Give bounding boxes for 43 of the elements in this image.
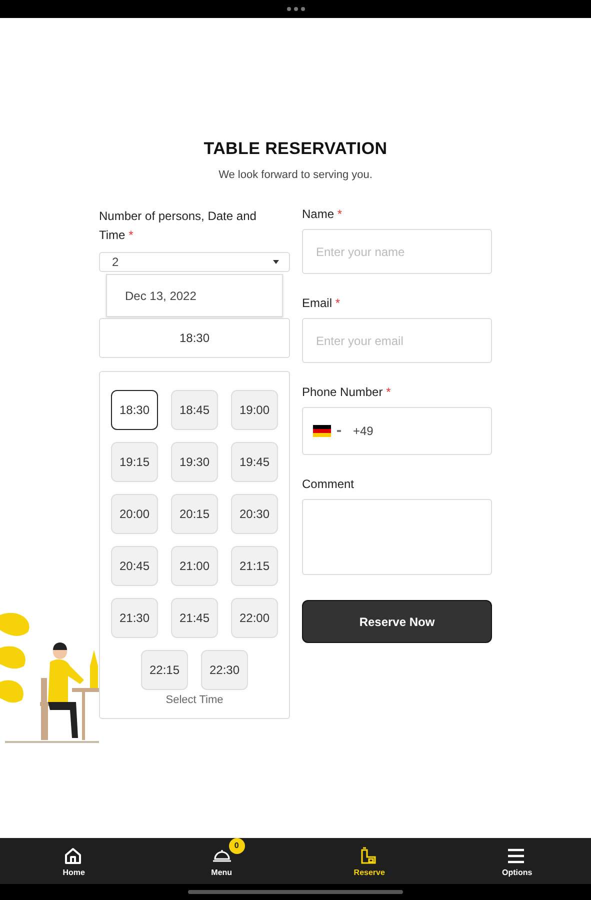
drag-handle[interactable] — [286, 7, 304, 11]
nav-tab[interactable]: 0 Menu — [148, 838, 296, 884]
building-icon — [358, 846, 378, 866]
phone-input[interactable]: +49 — [302, 407, 492, 455]
time-slot[interactable]: 21:00 — [171, 546, 218, 586]
time-slot[interactable]: 19:45 — [231, 442, 278, 482]
time-slot[interactable]: 20:45 — [111, 546, 158, 586]
field-label: Phone Number * — [302, 385, 392, 399]
field-label: Comment — [302, 477, 356, 491]
time-field[interactable]: 18:30 — [99, 318, 290, 358]
home-icon — [62, 846, 83, 866]
picker-caption: Select Time — [166, 694, 224, 706]
nav-tab[interactable]: Home — [0, 838, 148, 884]
time-slot[interactable]: 21:30 — [111, 598, 158, 638]
time-slot[interactable]: 21:45 — [171, 598, 218, 638]
reserve-button[interactable]: Reserve Now — [302, 600, 492, 643]
comment-input[interactable] — [302, 499, 492, 575]
time-slot[interactable]: 22:00 — [231, 598, 278, 638]
time-slot[interactable]: 18:30 — [111, 390, 158, 430]
date-option[interactable]: Dec 13, 2022 — [106, 274, 283, 317]
field-label: Name * — [302, 207, 344, 221]
page-subtitle: We look forward to serving you. — [218, 169, 372, 181]
time-slot[interactable]: 18:45 — [171, 390, 218, 430]
time-slot[interactable]: 22:30 — [201, 650, 248, 690]
time-slot[interactable]: 21:15 — [231, 546, 278, 586]
time-slot[interactable]: 19:30 — [171, 442, 218, 482]
home-indicator[interactable] — [188, 890, 403, 894]
time-slot[interactable]: 20:00 — [111, 494, 158, 534]
time-slot[interactable]: 20:15 — [171, 494, 218, 534]
page-title: TABLE RESERVATION — [204, 139, 388, 159]
field-label: Email * — [302, 296, 342, 310]
nav-tab[interactable]: Options — [443, 838, 591, 884]
time-slot[interactable]: 19:15 — [111, 442, 158, 482]
persons-dropdown[interactable]: 2 — [99, 252, 290, 272]
flag-icon — [313, 425, 331, 437]
nav-tab[interactable]: Reserve — [296, 838, 444, 884]
field-label: Number of persons, Date and Time * — [99, 208, 258, 244]
cart-count-badge: 0 — [228, 838, 245, 854]
time-slot[interactable]: 22:15 — [141, 650, 188, 690]
text-input[interactable]: Enter your name — [302, 229, 492, 274]
time-slot[interactable]: 20:30 — [231, 494, 278, 534]
text-input[interactable]: Enter your email — [302, 318, 492, 363]
time-slot[interactable]: 19:00 — [231, 390, 278, 430]
